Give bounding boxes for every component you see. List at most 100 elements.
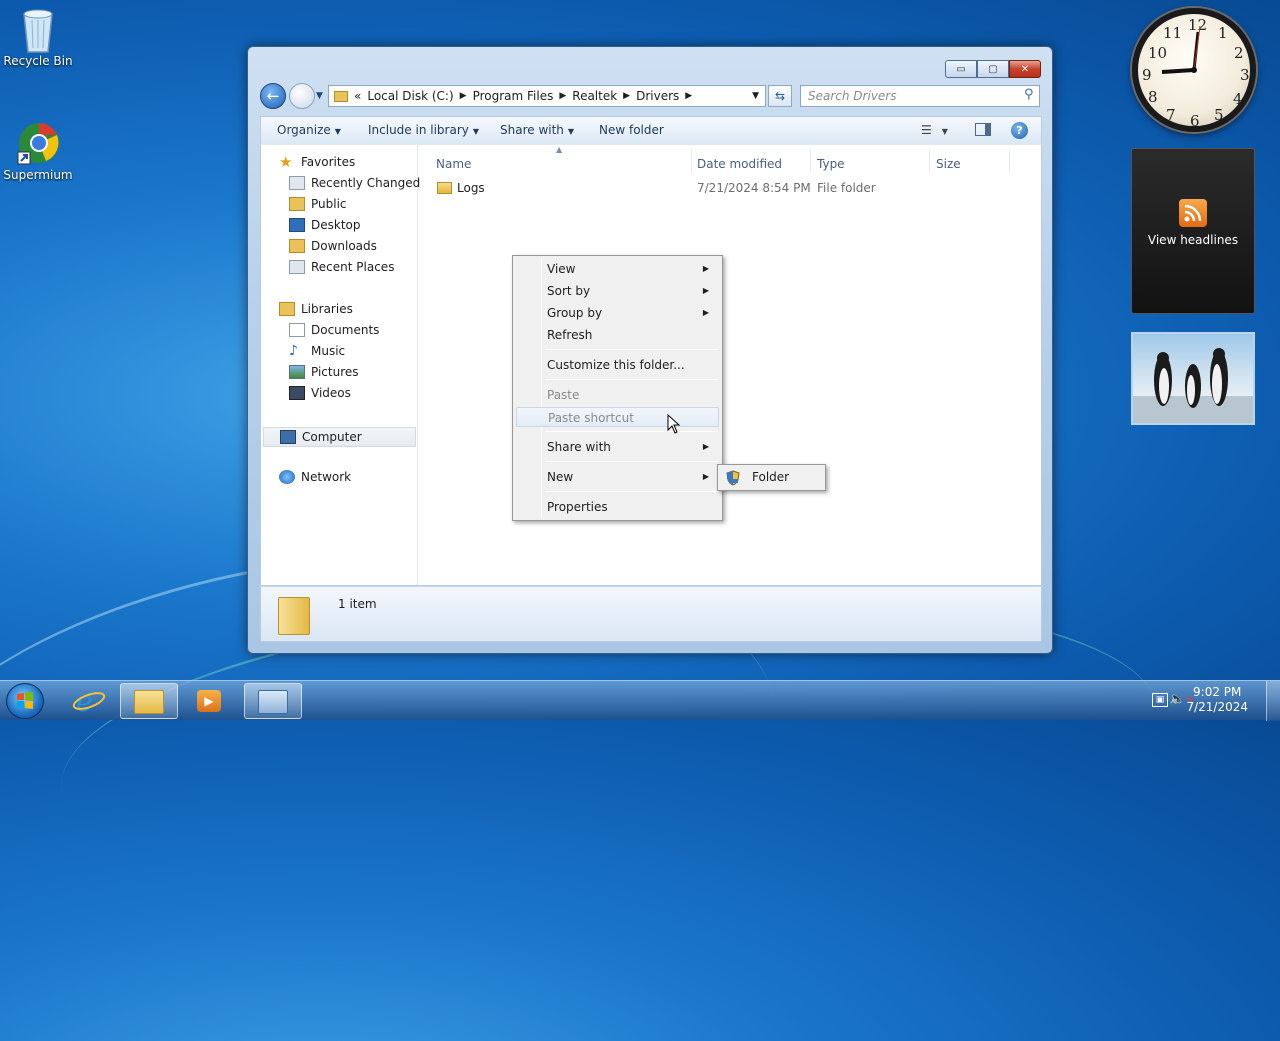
- organize-menu[interactable]: Organize ▼: [277, 123, 341, 137]
- menu-item-new[interactable]: New ▶: [516, 467, 719, 487]
- address-history-dropdown[interactable]: ▼: [752, 91, 759, 101]
- nav-label: Public: [311, 197, 347, 211]
- taskbar-media-player[interactable]: ▶: [180, 683, 238, 719]
- maximize-button[interactable]: ▢: [977, 60, 1009, 78]
- search-icon[interactable]: ⚲: [1024, 87, 1034, 102]
- videos-icon: [289, 386, 305, 400]
- breadcrumb-separator-icon[interactable]: ▶: [559, 91, 566, 101]
- menu-item-properties[interactable]: Properties: [516, 497, 719, 517]
- column-divider[interactable]: [810, 149, 811, 173]
- back-button[interactable]: ←: [260, 83, 286, 109]
- taskbar-windows-explorer[interactable]: [120, 683, 178, 719]
- submenu-arrow-icon: ▶: [702, 308, 709, 317]
- include-in-library-menu[interactable]: Include in library ▼: [368, 123, 479, 137]
- minimize-button[interactable]: ▭: [945, 60, 977, 78]
- start-button[interactable]: [6, 683, 44, 719]
- menu-item-paste[interactable]: Paste: [516, 385, 719, 405]
- search-input[interactable]: Search Drivers: [800, 85, 1040, 107]
- column-header-date-modified[interactable]: Date modified: [697, 157, 782, 171]
- breadcrumb-separator-icon[interactable]: ▶: [685, 91, 692, 101]
- breadcrumb-separator-icon[interactable]: ▶: [623, 91, 630, 101]
- nav-pictures[interactable]: Pictures: [289, 365, 359, 379]
- preview-pane-button[interactable]: [975, 123, 991, 139]
- nav-documents[interactable]: Documents: [289, 323, 379, 337]
- column-header-name[interactable]: Name: [436, 157, 471, 171]
- chevron-down-icon: ▼: [472, 127, 480, 136]
- action-center-icon[interactable]: ▣: [1152, 693, 1168, 707]
- refresh-button[interactable]: ⇆: [768, 85, 792, 107]
- menu-item-group-by[interactable]: Group by ▶: [516, 303, 719, 323]
- file-name: Logs: [457, 181, 485, 195]
- address-bar[interactable]: « Local Disk (C:) ▶ Program Files ▶ Real…: [328, 85, 766, 107]
- share-with-menu[interactable]: Share with ▼: [500, 123, 574, 137]
- nav-recently-changed[interactable]: Recently Changed: [289, 176, 420, 190]
- breadcrumb-separator-icon[interactable]: ▶: [460, 91, 467, 101]
- clock-gadget[interactable]: 12 1 2 3 4 5 6 7 8 9 10 11: [1132, 8, 1256, 132]
- forward-button[interactable]: [289, 83, 315, 109]
- folder-large-icon: [278, 597, 310, 635]
- change-view-button[interactable]: ☰ ▼: [921, 123, 948, 137]
- desktop-icon-label: Recycle Bin: [3, 54, 73, 68]
- slideshow-gadget[interactable]: [1131, 332, 1255, 425]
- column-divider[interactable]: [691, 149, 692, 173]
- new-folder-button[interactable]: New folder: [599, 123, 664, 137]
- caption-buttons: ▭ ▢ ✕: [945, 60, 1041, 78]
- nav-public[interactable]: Public: [289, 197, 347, 211]
- menu-item-refresh[interactable]: Refresh: [516, 325, 719, 345]
- desktop-icon-supermium[interactable]: Supermium: [0, 120, 76, 182]
- breadcrumb-local-disk[interactable]: Local Disk (C:): [367, 89, 453, 103]
- show-desktop-button[interactable]: [1266, 681, 1280, 721]
- folder-icon: [134, 690, 164, 714]
- breadcrumb-program-files[interactable]: Program Files: [473, 89, 554, 103]
- nav-computer[interactable]: Computer: [263, 427, 416, 447]
- nav-favorites[interactable]: ★ Favorites: [279, 153, 355, 171]
- column-header-type[interactable]: Type: [817, 157, 845, 171]
- mouse-cursor-icon: [667, 414, 681, 434]
- navigation-row: ← ▼ « Local Disk (C:) ▶ Program Files ▶ …: [260, 83, 1040, 109]
- tray-clock[interactable]: 9:02 PM 7/21/2024: [1186, 685, 1248, 715]
- refresh-icon: ⇆: [774, 89, 786, 103]
- breadcrumb-realtek[interactable]: Realtek: [572, 89, 617, 103]
- nav-network[interactable]: Network: [279, 470, 351, 484]
- rss-feed-gadget[interactable]: View headlines: [1131, 148, 1255, 314]
- view-list-icon: ☰: [921, 123, 932, 137]
- folder-icon: [289, 197, 305, 211]
- recent-pages-dropdown[interactable]: ▼: [316, 91, 323, 101]
- menu-item-share-with[interactable]: Share with ▶: [516, 437, 719, 457]
- nav-desktop[interactable]: Desktop: [289, 218, 361, 232]
- help-button[interactable]: ?: [1011, 122, 1028, 139]
- tray-time: 9:02 PM: [1193, 685, 1242, 699]
- column-divider[interactable]: [1009, 149, 1010, 173]
- music-icon: ♪: [289, 343, 298, 359]
- desktop-icon-label: Supermium: [3, 168, 73, 182]
- menu-item-paste-shortcut[interactable]: Paste shortcut: [516, 407, 719, 427]
- taskbar-remote-desktop[interactable]: [244, 683, 302, 719]
- breadcrumb-drivers[interactable]: Drivers: [636, 89, 679, 103]
- file-row[interactable]: Logs 7/21/2024 8:54 PM File folder: [433, 179, 1023, 199]
- close-button[interactable]: ✕: [1009, 60, 1041, 78]
- desktop-icon-recycle-bin[interactable]: Recycle Bin: [0, 6, 76, 68]
- nav-videos[interactable]: Videos: [289, 386, 351, 400]
- view-headlines-link[interactable]: View headlines: [1132, 233, 1254, 247]
- column-divider[interactable]: [929, 149, 930, 173]
- context-menu: View ▶ Sort by ▶ Group by ▶ Refresh Customi…: [512, 255, 723, 521]
- star-icon: ★: [279, 153, 293, 171]
- menu-separator: [545, 491, 718, 492]
- menu-item-sort-by[interactable]: Sort by ▶: [516, 281, 719, 301]
- column-header-size[interactable]: Size: [936, 157, 961, 171]
- computer-icon: [280, 430, 296, 444]
- menu-item-view[interactable]: View ▶: [516, 259, 719, 279]
- address-overflow[interactable]: «: [354, 89, 361, 103]
- folder-icon: [334, 90, 348, 102]
- submenu-item-folder[interactable]: Folder: [752, 470, 789, 484]
- menu-separator: [545, 431, 718, 432]
- item-count: 1 item: [338, 597, 377, 611]
- nav-music[interactable]: ♪ Music: [289, 344, 345, 358]
- taskbar-internet-explorer[interactable]: e: [60, 683, 118, 719]
- share-with-label: Share with: [500, 123, 564, 137]
- nav-libraries[interactable]: Libraries: [279, 302, 353, 316]
- menu-item-customize-folder[interactable]: Customize this folder...: [516, 355, 719, 375]
- downloads-icon: [289, 239, 305, 253]
- nav-downloads[interactable]: Downloads: [289, 239, 377, 253]
- nav-recent-places[interactable]: Recent Places: [289, 260, 394, 274]
